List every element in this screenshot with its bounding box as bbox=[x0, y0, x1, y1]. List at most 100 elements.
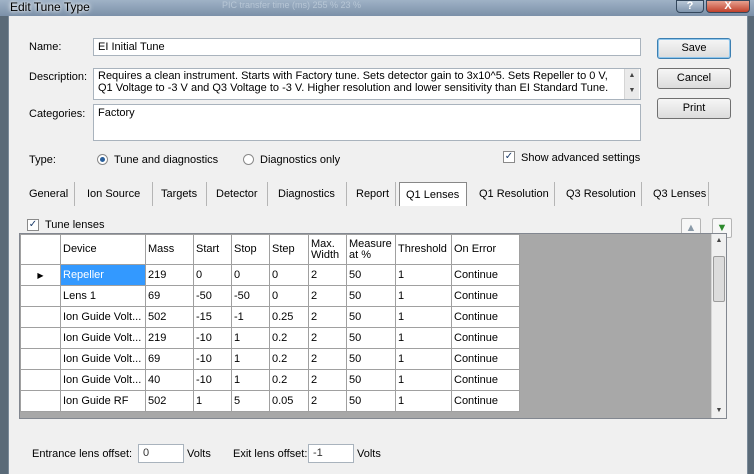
cell-threshold[interactable]: 1 bbox=[395, 285, 452, 307]
show-advanced-checkbox[interactable]: ✓ bbox=[503, 151, 515, 163]
grid-scroll-down-icon[interactable]: ▼ bbox=[712, 404, 726, 417]
cell-device[interactable]: Ion Guide RF bbox=[60, 390, 146, 412]
col-start[interactable]: Start bbox=[193, 234, 232, 265]
cell-mass[interactable]: 219 bbox=[145, 264, 194, 286]
grid-scroll-thumb[interactable] bbox=[713, 256, 725, 302]
cell-device[interactable]: Lens 1 bbox=[60, 285, 146, 307]
cell-stop[interactable]: -50 bbox=[231, 285, 270, 307]
table-row[interactable]: Ion Guide Volt... 40 -10 1 0.2 2 50 1 Continue bbox=[20, 369, 520, 391]
cell-device[interactable]: Ion Guide Volt... bbox=[60, 306, 146, 328]
cell-stop[interactable]: 1 bbox=[231, 348, 270, 370]
cell-step[interactable]: 0.2 bbox=[269, 348, 309, 370]
col-step[interactable]: Step bbox=[269, 234, 309, 265]
cell-on-error[interactable]: Continue bbox=[451, 327, 520, 349]
tab-report[interactable]: Report bbox=[350, 182, 396, 206]
cell-mass[interactable]: 69 bbox=[145, 348, 194, 370]
cell-threshold[interactable]: 1 bbox=[395, 306, 452, 328]
tab-general[interactable]: General bbox=[23, 182, 75, 206]
cell-start[interactable]: -10 bbox=[193, 348, 232, 370]
cell-max-width[interactable]: 2 bbox=[308, 327, 347, 349]
cell-stop[interactable]: 5 bbox=[231, 390, 270, 412]
cell-mass[interactable]: 40 bbox=[145, 369, 194, 391]
cell-on-error[interactable]: Continue bbox=[451, 369, 520, 391]
table-row[interactable]: Lens 1 69 -50 -50 0 2 50 1 Continue bbox=[20, 285, 520, 307]
cell-start[interactable]: 1 bbox=[193, 390, 232, 412]
description-scrollbar[interactable]: ▲ ▼ bbox=[624, 69, 639, 99]
table-row[interactable]: Ion Guide Volt... 219 -10 1 0.2 2 50 1 Continue bbox=[20, 327, 520, 349]
scroll-up-icon[interactable]: ▲ bbox=[625, 69, 639, 82]
cell-mass[interactable]: 69 bbox=[145, 285, 194, 307]
cell-max-width[interactable]: 2 bbox=[308, 369, 347, 391]
description-field[interactable]: Requires a clean instrument. Starts with… bbox=[93, 68, 641, 100]
cell-threshold[interactable]: 1 bbox=[395, 348, 452, 370]
cell-step[interactable]: 0 bbox=[269, 264, 309, 286]
cell-measure-at[interactable]: 50 bbox=[346, 369, 396, 391]
cell-threshold[interactable]: 1 bbox=[395, 369, 452, 391]
cell-threshold[interactable]: 1 bbox=[395, 390, 452, 412]
cell-max-width[interactable]: 2 bbox=[308, 306, 347, 328]
grid-scroll-up-icon[interactable]: ▲ bbox=[712, 234, 726, 247]
cell-on-error[interactable]: Continue bbox=[451, 306, 520, 328]
cell-max-width[interactable]: 2 bbox=[308, 348, 347, 370]
cell-measure-at[interactable]: 50 bbox=[346, 327, 396, 349]
exit-offset-field[interactable]: -1 bbox=[308, 444, 354, 463]
col-mass[interactable]: Mass bbox=[145, 234, 194, 265]
table-row[interactable]: ▶ Repeller 219 0 0 0 2 50 1 Continue bbox=[20, 264, 520, 286]
save-button[interactable]: Save bbox=[657, 38, 731, 59]
table-row[interactable]: Ion Guide Volt... 502 -15 -1 0.25 2 50 1 Continu… bbox=[20, 306, 520, 328]
col-threshold[interactable]: Threshold bbox=[395, 234, 452, 265]
cell-mass[interactable]: 502 bbox=[145, 306, 194, 328]
row-header[interactable] bbox=[20, 306, 61, 328]
cell-step[interactable]: 0.05 bbox=[269, 390, 309, 412]
tab-ion-source[interactable]: Ion Source bbox=[81, 182, 153, 206]
grid-scrollbar[interactable]: ▲ ▼ bbox=[711, 234, 726, 418]
cell-step[interactable]: 0.25 bbox=[269, 306, 309, 328]
scroll-down-icon[interactable]: ▼ bbox=[625, 84, 639, 97]
cell-measure-at[interactable]: 50 bbox=[346, 285, 396, 307]
name-field[interactable]: EI Initial Tune bbox=[93, 38, 641, 56]
tab-q3-lenses[interactable]: Q3 Lenses bbox=[647, 182, 709, 206]
cell-device[interactable]: Repeller bbox=[60, 264, 146, 286]
cell-stop[interactable]: 1 bbox=[231, 369, 270, 391]
cell-device[interactable]: Ion Guide Volt... bbox=[60, 348, 146, 370]
cell-step[interactable]: 0.2 bbox=[269, 369, 309, 391]
cell-stop[interactable]: 0 bbox=[231, 264, 270, 286]
categories-field[interactable]: Factory bbox=[93, 104, 641, 141]
cell-mass[interactable]: 502 bbox=[145, 390, 194, 412]
col-measure-at[interactable]: Measure at % bbox=[346, 234, 396, 265]
col-stop[interactable]: Stop bbox=[231, 234, 270, 265]
row-header[interactable] bbox=[20, 327, 61, 349]
cell-step[interactable]: 0 bbox=[269, 285, 309, 307]
cell-on-error[interactable]: Continue bbox=[451, 264, 520, 286]
cell-start[interactable]: -15 bbox=[193, 306, 232, 328]
tune-lenses-label[interactable]: Tune lenses bbox=[45, 219, 105, 231]
row-header[interactable] bbox=[20, 369, 61, 391]
cell-device[interactable]: Ion Guide Volt... bbox=[60, 369, 146, 391]
type-tune-label[interactable]: Tune and diagnostics bbox=[114, 154, 218, 166]
cell-start[interactable]: -50 bbox=[193, 285, 232, 307]
cell-max-width[interactable]: 2 bbox=[308, 264, 347, 286]
print-button[interactable]: Print bbox=[657, 98, 731, 119]
tab-targets[interactable]: Targets bbox=[155, 182, 207, 206]
table-row[interactable]: Ion Guide Volt... 69 -10 1 0.2 2 50 1 Continue bbox=[20, 348, 520, 370]
current-row-indicator-icon[interactable]: ▶ bbox=[20, 264, 61, 286]
table-row[interactable]: Ion Guide RF 502 1 5 0.05 2 50 1 Continue bbox=[20, 390, 520, 412]
cell-on-error[interactable]: Continue bbox=[451, 285, 520, 307]
show-advanced-label[interactable]: Show advanced settings bbox=[521, 152, 640, 164]
cell-measure-at[interactable]: 50 bbox=[346, 264, 396, 286]
cell-step[interactable]: 0.2 bbox=[269, 327, 309, 349]
col-device[interactable]: Device bbox=[60, 234, 146, 265]
row-header[interactable] bbox=[20, 285, 61, 307]
tab-q1-resolution[interactable]: Q1 Resolution bbox=[473, 182, 555, 206]
entrance-offset-field[interactable]: 0 bbox=[138, 444, 184, 463]
cell-start[interactable]: 0 bbox=[193, 264, 232, 286]
tab-q1-lenses[interactable]: Q1 Lenses bbox=[399, 182, 467, 206]
row-header[interactable] bbox=[20, 348, 61, 370]
row-header[interactable] bbox=[20, 390, 61, 412]
help-button[interactable]: ? bbox=[676, 0, 704, 13]
cell-stop[interactable]: 1 bbox=[231, 327, 270, 349]
cell-max-width[interactable]: 2 bbox=[308, 285, 347, 307]
type-diagnostics-label[interactable]: Diagnostics only bbox=[260, 154, 340, 166]
type-tune-radio[interactable] bbox=[97, 154, 108, 165]
cell-max-width[interactable]: 2 bbox=[308, 390, 347, 412]
